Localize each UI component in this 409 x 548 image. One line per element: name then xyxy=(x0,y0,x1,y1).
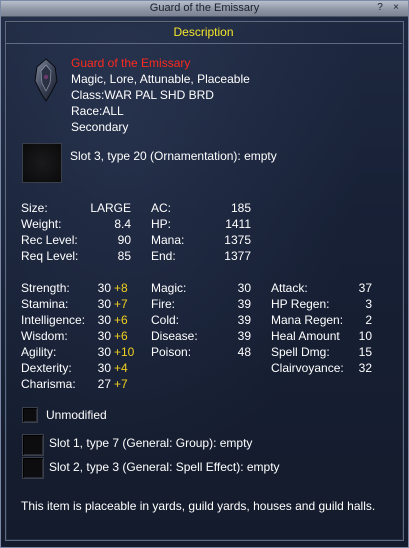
window-title: Guard of the Emissary xyxy=(149,2,260,14)
stat-label: Mana: xyxy=(151,233,185,247)
stat-value: 27 xyxy=(97,377,111,391)
stat-value: 90 xyxy=(117,233,131,247)
stat-bonus: +7 xyxy=(114,377,128,391)
stat-label: Weight: xyxy=(21,217,62,231)
description-header: Description xyxy=(5,21,402,44)
stat-value: 39 xyxy=(237,329,251,343)
stat-value: 30 xyxy=(237,281,251,295)
stat-label: AC: xyxy=(151,201,172,215)
aug-slot-1[interactable] xyxy=(22,434,44,456)
title-bar[interactable]: Guard of the Emissary ? × xyxy=(1,1,408,17)
ornamentation-slot-label: Slot 3, type 20 (Ornamentation): empty xyxy=(70,149,277,163)
placeable-note: This item is placeable in yards, guild y… xyxy=(21,499,376,513)
stat-bonus: +6 xyxy=(114,313,128,327)
item-races: Race:ALL xyxy=(71,104,124,118)
stat-value: 85 xyxy=(117,249,131,263)
stat-bonus: +6 xyxy=(114,329,128,343)
item-classes: Class:WAR PAL SHD BRD xyxy=(71,88,214,102)
stat-value: 39 xyxy=(237,297,251,311)
stat-value: 30 xyxy=(97,361,111,375)
stat-label: Wisdom: xyxy=(21,329,68,343)
stat-value: 1375 xyxy=(224,233,251,247)
stat-label: Intelligence: xyxy=(21,313,86,327)
stat-value: 30 xyxy=(97,313,111,327)
help-button[interactable]: ? xyxy=(374,2,386,14)
aug-slot-2[interactable] xyxy=(22,457,44,479)
stat-value: 37 xyxy=(358,281,372,295)
stat-label: Fire: xyxy=(151,297,175,311)
stat-label: Cold: xyxy=(151,313,180,327)
stat-value: 39 xyxy=(237,313,251,327)
stat-bonus: +10 xyxy=(114,345,135,359)
stat-value: 3 xyxy=(365,297,372,311)
item-name: Guard of the Emissary xyxy=(71,56,191,70)
stat-value: LARGE xyxy=(90,201,131,215)
stat-value: 185 xyxy=(230,201,251,215)
stat-label: Stamina: xyxy=(21,297,69,311)
stat-label: HP: xyxy=(151,217,172,231)
stat-label: Disease: xyxy=(151,329,198,343)
stat-value: 30 xyxy=(97,329,111,343)
item-flags: Magic, Lore, Attunable, Placeable xyxy=(71,72,250,86)
stat-value: 8.4 xyxy=(114,217,131,231)
stat-value: 48 xyxy=(237,345,251,359)
stat-label: Magic: xyxy=(151,281,187,295)
stat-value: 10 xyxy=(358,329,372,343)
stat-label: End: xyxy=(151,249,176,263)
aug-slot-2-label: Slot 2, type 3 (General: Spell Effect): … xyxy=(49,460,280,474)
stat-label: Heal Amount xyxy=(271,329,340,343)
stat-value: 1377 xyxy=(224,249,251,263)
shield-icon xyxy=(29,57,63,103)
unmodified-checkbox[interactable] xyxy=(22,407,38,423)
stat-value: 1411 xyxy=(225,217,251,231)
stat-value: 32 xyxy=(358,361,372,375)
stat-label: Dexterity: xyxy=(21,361,72,375)
stat-bonus: +4 xyxy=(114,361,128,375)
stat-value: 30 xyxy=(97,297,111,311)
stat-label: Attack: xyxy=(271,281,308,295)
stat-bonus: +7 xyxy=(114,297,128,311)
stat-label: Charisma: xyxy=(21,377,76,391)
stat-bonus: +8 xyxy=(114,281,128,295)
stat-label: Size: xyxy=(21,201,48,215)
stat-label: Spell Dmg: xyxy=(271,345,330,359)
stat-value: 30 xyxy=(97,345,111,359)
aug-slot-1-label: Slot 1, type 7 (General: Group): empty xyxy=(49,436,253,450)
stat-label: Strength: xyxy=(21,281,70,295)
close-button[interactable]: × xyxy=(390,2,402,14)
stat-value: 15 xyxy=(358,345,372,359)
status-label: Unmodified xyxy=(46,408,107,422)
stat-label: Poison: xyxy=(151,345,192,359)
stat-label: Agility: xyxy=(21,345,57,359)
item-slot: Secondary xyxy=(71,120,129,134)
stat-label: HP Regen: xyxy=(271,297,330,311)
stat-value: 30 xyxy=(97,281,111,295)
item-display-window: Guard of the Emissary ? × Description Gu… xyxy=(0,0,409,548)
stat-value: 2 xyxy=(365,313,372,327)
ornamentation-slot[interactable] xyxy=(22,143,62,183)
